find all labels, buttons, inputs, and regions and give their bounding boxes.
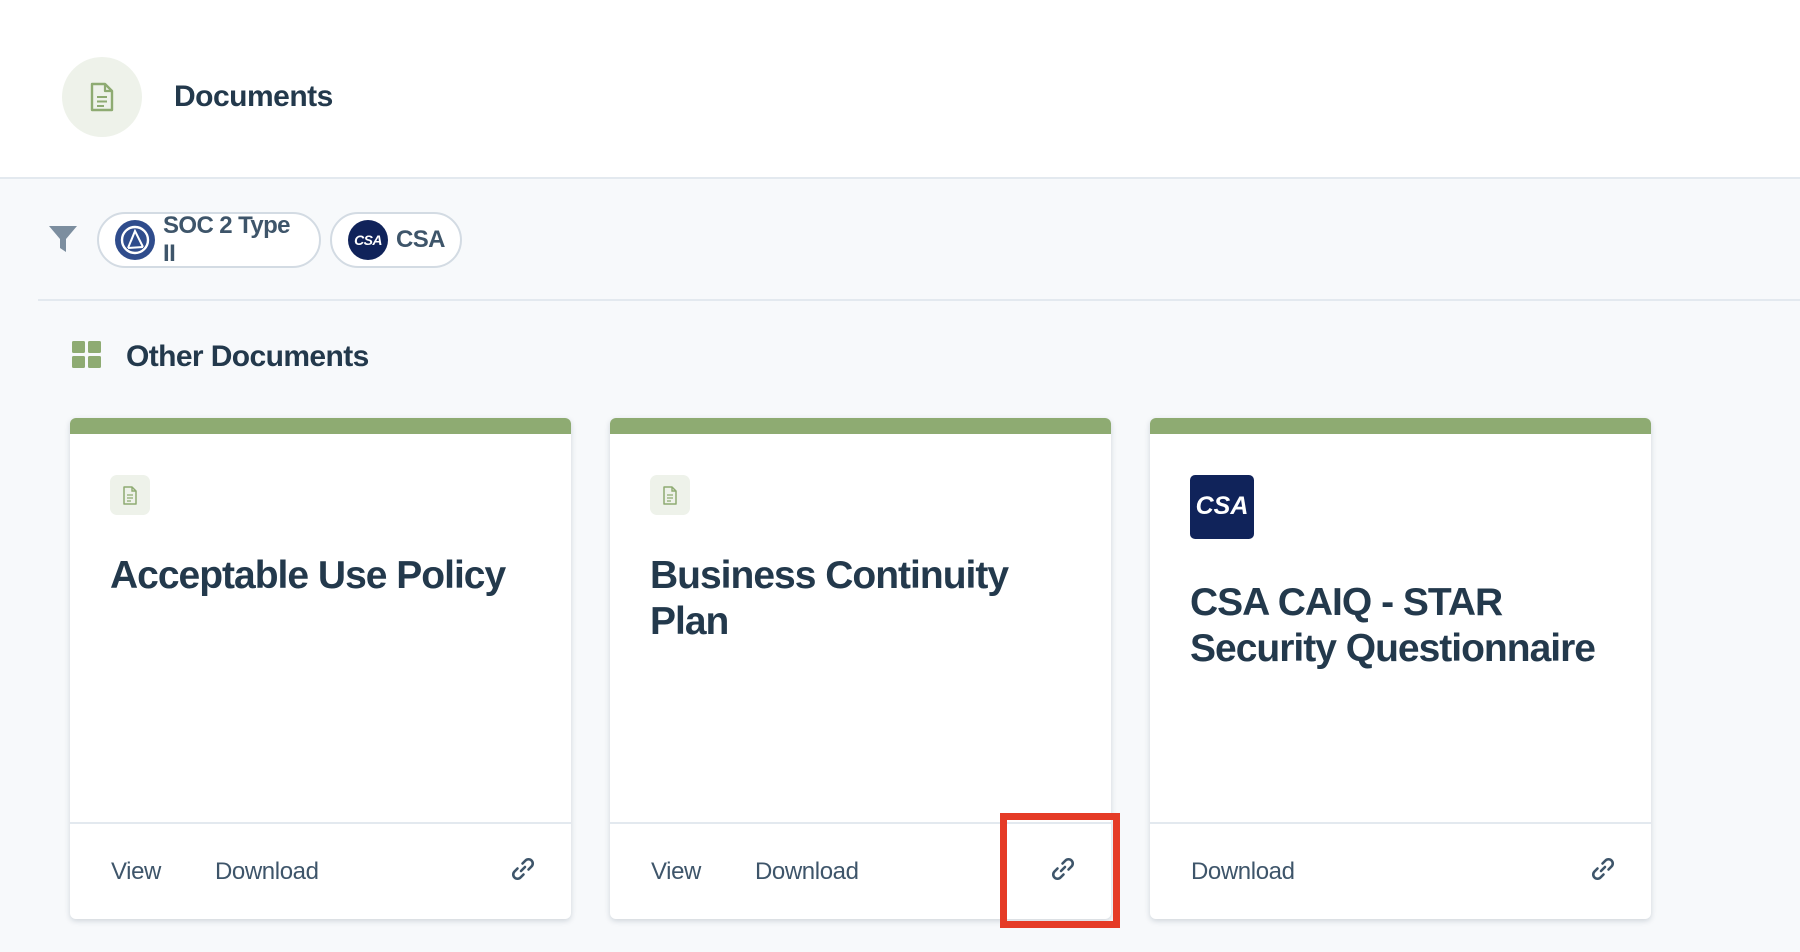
highlight-box: [1000, 813, 1120, 928]
page-header: Documents: [0, 0, 1800, 179]
document-card-acceptable-use[interactable]: Acceptable Use Policy View Download: [70, 418, 571, 919]
csa-logo-icon: CSA: [1190, 475, 1254, 539]
download-button[interactable]: Download: [755, 858, 859, 886]
document-icon: [110, 475, 150, 515]
document-card-csa-caiq[interactable]: CSA CSA CAIQ - STAR Security Questionnai…: [1150, 418, 1651, 919]
document-icon: [62, 57, 142, 137]
link-icon[interactable]: [508, 854, 538, 884]
document-icon: [650, 475, 690, 515]
filter-chip-label: SOC 2 Type II: [163, 212, 291, 267]
link-icon[interactable]: [1588, 854, 1618, 884]
card-accent-bar: [70, 418, 571, 434]
filter-icon[interactable]: [48, 224, 78, 259]
filter-chip-soc2[interactable]: SOC 2 Type II: [97, 212, 321, 268]
page-title: Documents: [174, 80, 333, 113]
csa-logo-icon: CSA: [348, 220, 388, 260]
csa-logo-text: CSA: [354, 232, 382, 248]
filter-chip-csa[interactable]: CSA CSA: [330, 212, 462, 268]
view-button[interactable]: View: [111, 858, 161, 886]
card-title: CSA CAIQ - STAR Security Questionnaire: [1190, 581, 1596, 670]
card-accent-bar: [1150, 418, 1651, 434]
filter-bar: SOC 2 Type II CSA CSA: [38, 198, 1800, 301]
download-button[interactable]: Download: [215, 858, 319, 886]
card-footer: Download: [1150, 822, 1651, 919]
soc2-logo-icon: [115, 220, 155, 260]
card-title: Business Continuity Plan: [650, 554, 1009, 643]
filter-chip-label: CSA: [396, 226, 445, 253]
card-accent-bar: [610, 418, 1111, 434]
grid-icon: [72, 341, 101, 373]
view-button[interactable]: View: [651, 858, 701, 886]
card-footer: View Download: [70, 822, 571, 919]
csa-logo-text: CSA: [1196, 492, 1249, 520]
section-title: Other Documents: [126, 340, 369, 373]
card-title: Acceptable Use Policy: [110, 554, 506, 597]
section-header: Other Documents: [72, 340, 369, 374]
download-button[interactable]: Download: [1191, 858, 1295, 886]
